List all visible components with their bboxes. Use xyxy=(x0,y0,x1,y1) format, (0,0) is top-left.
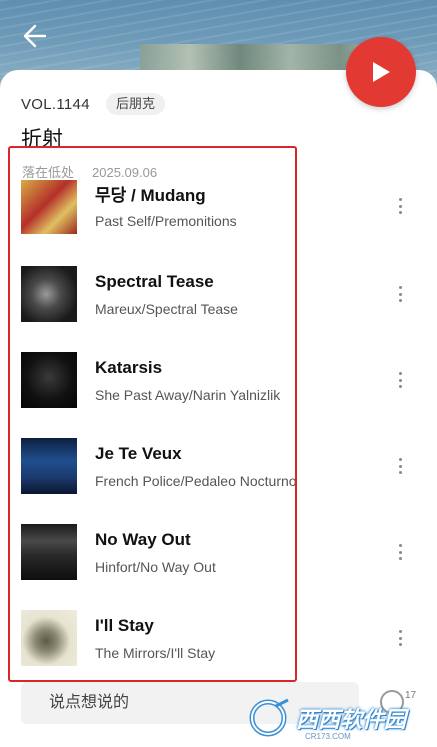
more-options-button[interactable] xyxy=(392,627,410,649)
watermark-logo-icon xyxy=(249,698,289,737)
album-art xyxy=(21,438,77,494)
track-artist-album: Mareux/Spectral Tease xyxy=(95,301,238,317)
album-art xyxy=(21,524,77,580)
more-vertical-icon xyxy=(399,458,403,474)
playlist-title: 折射 xyxy=(21,128,63,151)
more-vertical-icon xyxy=(399,372,403,388)
back-button[interactable] xyxy=(18,20,50,52)
more-vertical-icon xyxy=(399,630,403,646)
more-options-button[interactable] xyxy=(392,195,410,217)
track-artist-album: She Past Away/Narin Yalnizlik xyxy=(95,387,281,403)
watermark-subtext: CR173.COM xyxy=(305,732,351,741)
track-name: I'll Stay xyxy=(95,616,154,635)
more-vertical-icon xyxy=(399,544,403,560)
author-name[interactable]: 落在低处 xyxy=(22,165,74,180)
track-name: 무당 / Mudang xyxy=(95,186,206,205)
track-row[interactable]: No Way Out Hinfort/No Way Out xyxy=(0,524,437,610)
volume-number: VOL.1144 xyxy=(21,96,90,113)
track-name: Spectral Tease xyxy=(95,272,214,291)
track-artist-album: The Mirrors/I'll Stay xyxy=(95,645,216,661)
more-vertical-icon xyxy=(399,286,403,302)
play-all-button[interactable] xyxy=(346,37,416,107)
track-name: Katarsis xyxy=(95,358,163,377)
album-art xyxy=(21,352,77,408)
genre-tag[interactable]: 后朋克 xyxy=(106,93,166,115)
album-art xyxy=(21,180,77,234)
album-art xyxy=(21,610,77,666)
track-artist-album: French Police/Pedaleo Nocturno xyxy=(95,473,297,489)
album-art xyxy=(21,266,77,322)
more-vertical-icon xyxy=(399,198,403,214)
publish-date: 2025.09.06 xyxy=(92,165,158,180)
track-name: No Way Out xyxy=(95,530,191,549)
track-row[interactable]: Katarsis She Past Away/Narin Yalnizlik xyxy=(0,352,437,438)
arrow-left-icon xyxy=(23,24,47,48)
play-icon xyxy=(373,62,390,82)
track-name: Je Te Veux xyxy=(95,444,182,463)
more-options-button[interactable] xyxy=(392,541,410,563)
track-row[interactable]: Spectral Tease Mareux/Spectral Tease xyxy=(0,266,437,352)
track-row[interactable]: Je Te Veux French Police/Pedaleo Nocturn… xyxy=(0,438,437,524)
playlist-meta: 落在低处 2025.09.06 xyxy=(22,162,157,181)
more-options-button[interactable] xyxy=(392,455,410,477)
track-artist-album: Hinfort/No Way Out xyxy=(95,559,216,575)
more-options-button[interactable] xyxy=(392,369,410,391)
track-row[interactable]: I'll Stay The Mirrors/I'll Stay xyxy=(0,610,437,680)
track-artist-album: Past Self/Premonitions xyxy=(95,213,237,229)
watermark-text: 西西软件园 xyxy=(296,707,407,732)
track-list: 무당 / Mudang Past Self/Premonitions Spect… xyxy=(0,180,437,680)
more-options-button[interactable] xyxy=(392,283,410,305)
track-row[interactable]: 무당 / Mudang Past Self/Premonitions xyxy=(0,180,437,264)
